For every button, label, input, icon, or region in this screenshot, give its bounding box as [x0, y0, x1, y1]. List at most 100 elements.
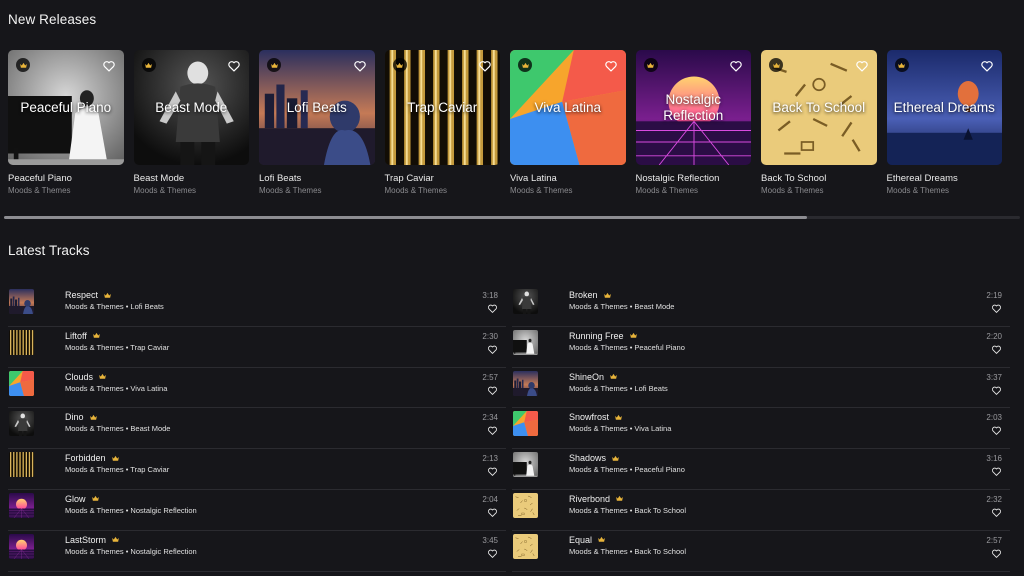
track-title[interactable]: LastStorm	[65, 535, 106, 545]
track-cover[interactable]	[9, 329, 34, 355]
carousel-scrollbar-thumb[interactable]	[4, 216, 807, 219]
track-cover[interactable]	[513, 370, 538, 396]
track-title[interactable]: Liftoff	[65, 331, 87, 341]
track-title[interactable]: Clouds	[65, 372, 93, 382]
track-cover[interactable]	[9, 452, 34, 478]
track-title[interactable]: Respect	[65, 290, 98, 300]
playlist-cover[interactable]: Peaceful Piano	[8, 50, 124, 165]
track-row[interactable]: Shadows Moods & Themes • Peaceful Piano …	[512, 449, 1010, 490]
playlist-title[interactable]: Peaceful Piano	[8, 173, 124, 184]
playlist-title[interactable]: Lofi Beats	[259, 173, 375, 184]
heart-icon[interactable]	[991, 466, 1002, 477]
track-row[interactable]: LastStorm Moods & Themes • Nostalgic Ref…	[8, 531, 506, 572]
track-meta: Moods & Themes • Back To School	[569, 505, 686, 515]
playlist-cover[interactable]: Ethereal Dreams	[886, 50, 1002, 165]
playlist-card[interactable]: Viva Latina Viva Latina Moods & Themes	[510, 50, 626, 195]
playlist-title[interactable]: Trap Caviar	[385, 173, 501, 184]
playlist-cover[interactable]: Lofi Beats	[259, 50, 375, 165]
playlist-category: Moods & Themes	[133, 186, 197, 195]
playlist-cover[interactable]: Viva Latina	[510, 50, 626, 165]
track-title[interactable]: Dino	[65, 412, 84, 422]
heart-icon[interactable]	[991, 507, 1002, 518]
track-title-wrap: Riverbond	[569, 494, 624, 504]
playlist-title[interactable]: Ethereal Dreams	[887, 173, 1003, 184]
playlist-title[interactable]: Beast Mode	[134, 173, 250, 184]
crown-icon	[629, 331, 638, 340]
track-cover[interactable]	[9, 289, 34, 314]
heart-icon[interactable]	[227, 59, 241, 73]
track-cover[interactable]	[9, 411, 34, 437]
track-duration: 2:03	[986, 413, 1002, 423]
track-duration: 2:13	[482, 454, 498, 464]
track-meta: Moods & Themes • Peaceful Piano	[569, 465, 685, 475]
track-cover[interactable]	[513, 329, 538, 355]
track-title[interactable]: Snowfrost	[569, 412, 609, 422]
playlist-card[interactable]: Beast Mode Beast Mode Moods & Themes	[133, 50, 250, 195]
track-row[interactable]: Riverbond Moods & Themes • Back To Schoo…	[512, 490, 1010, 531]
track-cover[interactable]	[513, 289, 538, 314]
track-meta: Moods & Themes • Viva Latina	[569, 424, 672, 434]
heart-icon[interactable]	[855, 59, 869, 73]
track-row[interactable]: Clouds Moods & Themes • Viva Latina 2:57	[8, 368, 506, 409]
heart-icon[interactable]	[487, 548, 498, 559]
track-title[interactable]: ShineOn	[569, 372, 604, 382]
track-title[interactable]: Glow	[65, 494, 86, 504]
playlist-card[interactable]: Nostalgic Reflection Nostalgic Reflection…	[635, 50, 752, 195]
track-row[interactable]: ShineOn Moods & Themes • Lofi Beats 3:37	[512, 368, 1010, 409]
track-row[interactable]: Glow Moods & Themes • Nostalgic Reflecti…	[8, 490, 506, 531]
track-title[interactable]: Running Free	[569, 331, 624, 341]
playlist-card[interactable]: Ethereal Dreams Ethereal Dreams Moods & …	[886, 50, 1003, 195]
heart-icon[interactable]	[487, 466, 498, 477]
heart-icon[interactable]	[478, 59, 492, 73]
heart-icon[interactable]	[729, 59, 743, 73]
playlist-card[interactable]: Lofi Beats Lofi Beats Moods & Themes	[259, 50, 375, 195]
track-row[interactable]: Dino Moods & Themes • Beast Mode 2:34	[8, 408, 506, 450]
heart-icon[interactable]	[991, 548, 1002, 559]
track-row[interactable]: Liftoff Moods & Themes • Trap Caviar 2:3…	[8, 327, 506, 368]
heart-icon[interactable]	[487, 344, 498, 355]
track-row[interactable]: Forbidden Moods & Themes • Trap Caviar 2…	[8, 449, 506, 490]
heart-icon[interactable]	[991, 344, 1002, 355]
playlist-cover[interactable]: Trap Caviar	[384, 50, 500, 165]
playlist-cover[interactable]: Back To School	[761, 50, 877, 165]
heart-icon[interactable]	[604, 59, 618, 73]
track-cover[interactable]	[9, 370, 34, 396]
track-row[interactable]: Respect Moods & Themes • Lofi Beats 3:18	[8, 286, 506, 327]
track-meta: Moods & Themes • Peaceful Piano	[569, 342, 685, 352]
track-row[interactable]: Running Free Moods & Themes • Peaceful P…	[512, 327, 1010, 368]
track-title[interactable]: Forbidden	[65, 453, 106, 463]
heart-icon[interactable]	[991, 425, 1002, 436]
heart-icon[interactable]	[487, 303, 498, 314]
heart-icon[interactable]	[487, 507, 498, 518]
heart-icon[interactable]	[991, 303, 1002, 314]
playlist-card[interactable]: Trap Caviar Trap Caviar Moods & Themes	[384, 50, 501, 195]
carousel-scrollbar[interactable]	[4, 216, 1020, 219]
track-title[interactable]: Riverbond	[569, 494, 610, 504]
track-row[interactable]: Equal Moods & Themes • Back To School 2:…	[512, 531, 1010, 572]
track-cover[interactable]	[513, 533, 538, 559]
track-row[interactable]: Broken Moods & Themes • Beast Mode 2:19	[512, 286, 1010, 327]
track-cover[interactable]	[513, 452, 538, 478]
heart-icon[interactable]	[991, 385, 1002, 396]
track-row[interactable]: Snowfrost Moods & Themes • Viva Latina 2…	[512, 408, 1010, 450]
playlist-title[interactable]: Back To School	[761, 173, 877, 184]
track-title[interactable]: Broken	[569, 290, 598, 300]
heart-icon[interactable]	[487, 425, 498, 436]
track-cover[interactable]	[513, 411, 538, 437]
heart-icon[interactable]	[980, 59, 994, 73]
track-title[interactable]: Equal	[569, 535, 592, 545]
crown-icon	[643, 58, 658, 72]
playlist-card[interactable]: Peaceful Piano Peaceful Piano Moods & Th…	[8, 50, 124, 195]
playlist-cover[interactable]: Nostalgic Reflection	[635, 50, 751, 165]
playlist-title[interactable]: Nostalgic Reflection	[636, 173, 752, 184]
track-cover[interactable]	[9, 533, 34, 559]
playlist-cover[interactable]: Beast Mode	[133, 50, 249, 165]
heart-icon[interactable]	[102, 59, 116, 73]
track-title[interactable]: Shadows	[569, 453, 606, 463]
track-cover[interactable]	[9, 492, 34, 518]
heart-icon[interactable]	[487, 385, 498, 396]
playlist-card[interactable]: Back To School Back To School Moods & Th…	[761, 50, 877, 195]
heart-icon[interactable]	[353, 59, 367, 73]
track-cover[interactable]	[513, 492, 538, 518]
playlist-title[interactable]: Viva Latina	[510, 173, 626, 184]
